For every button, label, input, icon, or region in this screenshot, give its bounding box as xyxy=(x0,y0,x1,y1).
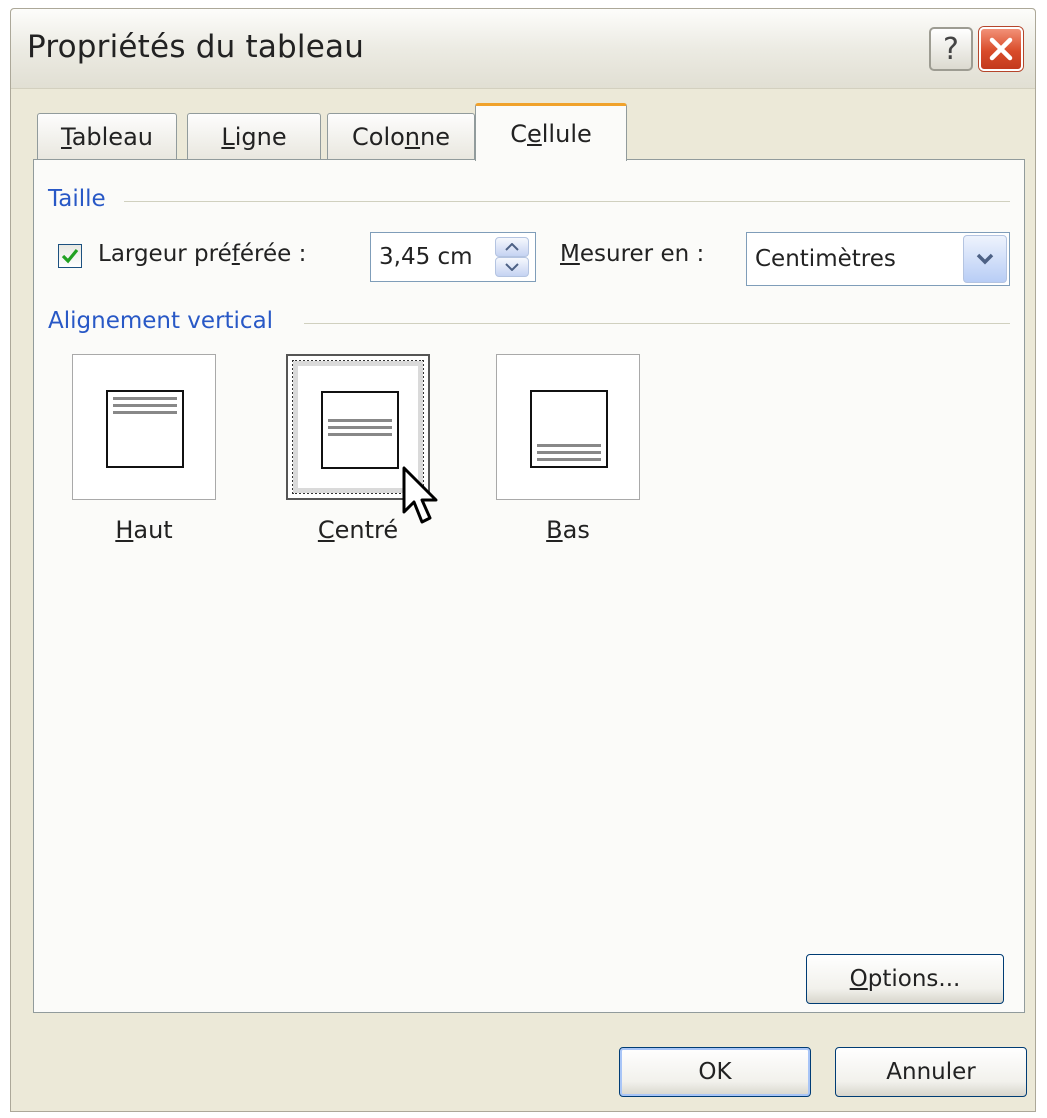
tab-ligne[interactable]: Ligne xyxy=(187,113,321,159)
close-icon xyxy=(989,37,1013,61)
measure-unit-value: Centimètres xyxy=(755,246,896,272)
measure-in-label: Mesurer en : xyxy=(560,241,705,267)
tab-colonne[interactable]: Colonne xyxy=(327,113,475,159)
align-bottom-option[interactable] xyxy=(496,354,640,500)
tab-label: Tableau xyxy=(61,122,153,151)
close-button[interactable] xyxy=(979,27,1023,71)
align-top-icon xyxy=(106,390,184,468)
preferred-width-label[interactable]: Largeur préférée : xyxy=(98,241,306,267)
cancel-button[interactable]: Annuler xyxy=(835,1047,1027,1097)
ok-button-label: OK xyxy=(698,1059,732,1085)
section-label-size: Taille xyxy=(48,186,118,212)
cancel-button-label: Annuler xyxy=(886,1059,976,1085)
tab-label: Colonne xyxy=(352,122,450,151)
arrow-up-icon xyxy=(505,243,519,251)
checkmark-icon xyxy=(61,248,79,264)
tab-tableau[interactable]: Tableau xyxy=(37,113,177,159)
mouse-cursor-icon xyxy=(402,466,438,524)
align-bottom-label: Bas xyxy=(546,516,590,544)
help-button[interactable]: ? xyxy=(929,27,973,71)
spin-down-button[interactable] xyxy=(495,257,529,277)
align-center-icon xyxy=(321,391,399,469)
measure-unit-select[interactable]: Centimètres xyxy=(746,232,1010,286)
title-bar[interactable]: Propriétés du tableau ? xyxy=(11,9,1035,89)
options-button[interactable]: Options... xyxy=(806,954,1004,1004)
align-bottom-icon xyxy=(530,390,608,468)
section-label-vertical-alignment: Alignement vertical xyxy=(48,308,286,334)
cell-tab-panel: Taille Largeur préférée : 3,45 cm Mesure… xyxy=(33,159,1025,1013)
dropdown-button[interactable] xyxy=(963,235,1007,283)
section-divider xyxy=(124,201,1010,202)
question-mark-icon: ? xyxy=(943,31,959,67)
preferred-width-input[interactable]: 3,45 cm xyxy=(370,232,536,282)
tab-label: Cellule xyxy=(510,119,592,148)
ok-button[interactable]: OK xyxy=(619,1047,811,1097)
table-properties-dialog: Propriétés du tableau ? Tableau Ligne Co… xyxy=(10,8,1036,1112)
chevron-down-icon xyxy=(976,253,994,265)
preferred-width-value: 3,45 cm xyxy=(379,244,473,270)
tab-label: Ligne xyxy=(221,122,287,151)
width-spinner[interactable] xyxy=(495,237,529,277)
preferred-width-checkbox[interactable] xyxy=(58,244,82,268)
spin-up-button[interactable] xyxy=(495,237,529,257)
dialog-title: Propriétés du tableau xyxy=(27,29,365,65)
section-divider xyxy=(304,323,1010,324)
align-top-option[interactable] xyxy=(72,354,216,500)
options-button-label: Options... xyxy=(849,966,961,992)
arrow-down-icon xyxy=(505,263,519,271)
align-top-label: Haut xyxy=(115,516,173,544)
tab-cellule[interactable]: Cellule xyxy=(475,103,627,161)
